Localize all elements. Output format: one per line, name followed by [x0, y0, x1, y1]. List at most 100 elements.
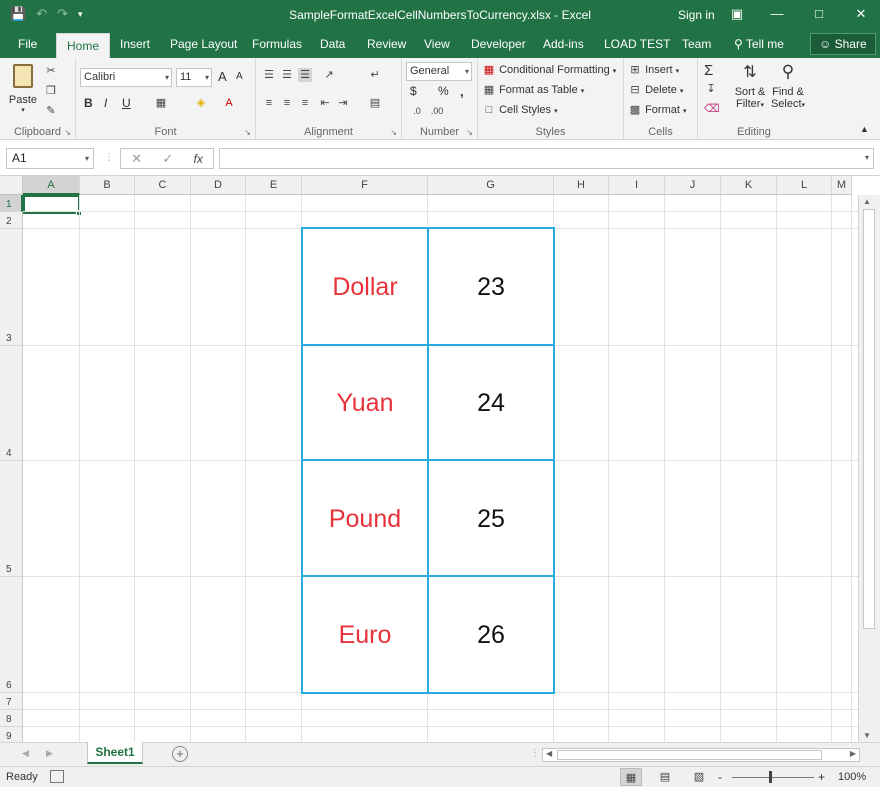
tab-team[interactable]: Team [682, 30, 711, 58]
dialog-launcher-icon[interactable]: ↘ [466, 128, 473, 137]
tab-load-test[interactable]: LOAD TEST [604, 30, 670, 58]
column-header-f[interactable]: F [302, 176, 428, 195]
align-top-icon[interactable]: ☰ [262, 68, 276, 82]
cut-icon[interactable]: ✂ [44, 64, 58, 78]
borders-icon[interactable]: ▦ [154, 96, 168, 110]
vertical-scroll-thumb[interactable] [863, 209, 875, 629]
column-header-a[interactable]: A [23, 176, 80, 195]
tab-file[interactable]: File [18, 30, 37, 58]
cell-currency-name[interactable]: Dollar [302, 229, 428, 346]
column-header-h[interactable]: H [554, 176, 609, 195]
orientation-icon[interactable]: ↗ [322, 68, 336, 82]
column-header-c[interactable]: C [135, 176, 191, 195]
tab-page-layout[interactable]: Page Layout [170, 30, 237, 58]
row-header-5[interactable]: 5 [0, 461, 23, 577]
increase-decimal-icon[interactable]: .0 [410, 104, 424, 118]
autosum-icon[interactable]: Σ [704, 62, 713, 79]
conditional-formatting-button[interactable]: ▦ Conditional Formatting ▾ [482, 63, 617, 77]
vertical-scrollbar[interactable]: ▲ ▼ [858, 195, 880, 742]
italic-button[interactable]: I [104, 96, 107, 110]
row-header-7[interactable]: 7 [0, 693, 23, 710]
row-header-1[interactable]: 1 [0, 195, 23, 212]
number-format-select[interactable]: General ▾ [406, 62, 472, 81]
close-icon[interactable]: ✕ [846, 4, 876, 24]
worksheet-grid[interactable]: ▲ ▼ A B C D E F G H I J K L M 1 2 3 4 5 6 7 8 9 Dollar 23 Yuan 24… [0, 176, 880, 744]
copy-icon[interactable]: ❐ [44, 84, 58, 98]
comma-format-button[interactable]: , [460, 84, 464, 99]
percent-format-button[interactable]: % [438, 84, 449, 98]
dialog-launcher-icon[interactable]: ↘ [244, 128, 251, 137]
tab-home[interactable]: Home [56, 33, 111, 58]
row-header-4[interactable]: 4 [0, 346, 23, 461]
tab-developer[interactable]: Developer [471, 30, 526, 58]
column-header-d[interactable]: D [191, 176, 246, 195]
column-header-e[interactable]: E [246, 176, 302, 195]
font-size-select[interactable]: 11 ▾ [176, 68, 212, 87]
cell-currency-value[interactable]: 26 [428, 577, 554, 693]
shrink-font-button[interactable]: A [236, 71, 243, 82]
scroll-up-icon[interactable]: ▲ [863, 197, 871, 206]
cell-currency-name[interactable]: Yuan [302, 346, 428, 461]
align-center-icon[interactable]: ≡ [280, 96, 294, 110]
cell-currency-name[interactable]: Euro [302, 577, 428, 693]
merge-center-icon[interactable]: ▤ [368, 96, 382, 110]
page-layout-view-icon[interactable]: ▤ [654, 768, 676, 786]
restore-icon[interactable]: □ [804, 4, 834, 24]
grow-font-button[interactable]: A [218, 69, 227, 84]
row-header-8[interactable]: 8 [0, 710, 23, 727]
prev-sheet-icon[interactable]: ◀ [22, 748, 29, 759]
tell-me-search[interactable]: ⚲ Tell me [734, 30, 784, 58]
bold-button[interactable]: B [84, 96, 93, 110]
align-right-icon[interactable]: ≡ [298, 96, 312, 110]
macro-record-icon[interactable] [50, 770, 64, 783]
currency-format-button[interactable]: $ [410, 84, 417, 98]
font-color-icon[interactable]: A [222, 96, 236, 110]
zoom-slider-track[interactable] [732, 777, 814, 778]
font-name-select[interactable]: Calibri ▾ [80, 68, 172, 87]
align-middle-icon[interactable]: ☰ [280, 68, 294, 82]
align-bottom-icon[interactable]: ☰ [298, 68, 312, 82]
column-header-k[interactable]: K [721, 176, 777, 195]
format-as-table-button[interactable]: ▦ Format as Table ▾ [482, 83, 585, 97]
select-all-corner[interactable] [0, 176, 23, 195]
wrap-text-icon[interactable]: ↵ [368, 68, 382, 82]
add-sheet-icon[interactable]: + [172, 746, 188, 762]
delete-cells-button[interactable]: ⊟ Delete ▾ [628, 83, 683, 97]
row-header-2[interactable]: 2 [0, 212, 23, 229]
share-button[interactable]: ☺ Share [810, 33, 876, 55]
column-header-i[interactable]: I [609, 176, 665, 195]
page-break-view-icon[interactable]: ▧ [688, 768, 710, 786]
clear-icon[interactable]: ⌫ [704, 102, 720, 116]
dialog-launcher-icon[interactable]: ↘ [64, 128, 71, 137]
minimize-icon[interactable]: — [762, 4, 792, 24]
tab-insert[interactable]: Insert [120, 30, 150, 58]
cell-currency-name[interactable]: Pound [302, 461, 428, 577]
tab-view[interactable]: View [424, 30, 450, 58]
formula-input[interactable]: ▾ [219, 148, 874, 169]
format-painter-icon[interactable]: ✎ [44, 104, 58, 118]
fill-icon[interactable]: ↧ [704, 82, 718, 96]
cell-currency-value[interactable]: 24 [428, 346, 554, 461]
scroll-left-icon[interactable]: ◀ [546, 749, 552, 758]
cancel-icon[interactable]: ✕ [131, 151, 142, 167]
dialog-launcher-icon[interactable]: ↘ [390, 128, 397, 137]
paste-button[interactable]: Paste ▾ [8, 62, 38, 114]
collapse-ribbon-icon[interactable]: ▲ [860, 124, 869, 134]
column-header-g[interactable]: G [428, 176, 554, 195]
drag-handle-icon[interactable]: ⋮ [104, 152, 114, 163]
zoom-in-button[interactable]: + [818, 770, 825, 784]
scroll-right-icon[interactable]: ▶ [850, 749, 856, 758]
decrease-indent-icon[interactable]: ⇤ [318, 96, 332, 110]
cell-currency-value[interactable]: 23 [428, 229, 554, 346]
row-header-6[interactable]: 6 [0, 577, 23, 693]
align-left-icon[interactable]: ≡ [262, 96, 276, 110]
underline-button[interactable]: U [122, 96, 131, 110]
name-box[interactable]: A1 ▾ [6, 148, 94, 169]
scroll-down-icon[interactable]: ▼ [863, 731, 871, 740]
ribbon-display-icon[interactable]: ▣ [722, 4, 752, 24]
format-cells-button[interactable]: ▩ Format ▾ [628, 103, 687, 117]
row-header-3[interactable]: 3 [0, 229, 23, 346]
find-select-button[interactable]: ⚲ Find & Select▾ [770, 62, 806, 110]
tab-split-handle-icon[interactable]: ⋮ [530, 748, 540, 759]
zoom-out-button[interactable]: - [718, 770, 722, 784]
